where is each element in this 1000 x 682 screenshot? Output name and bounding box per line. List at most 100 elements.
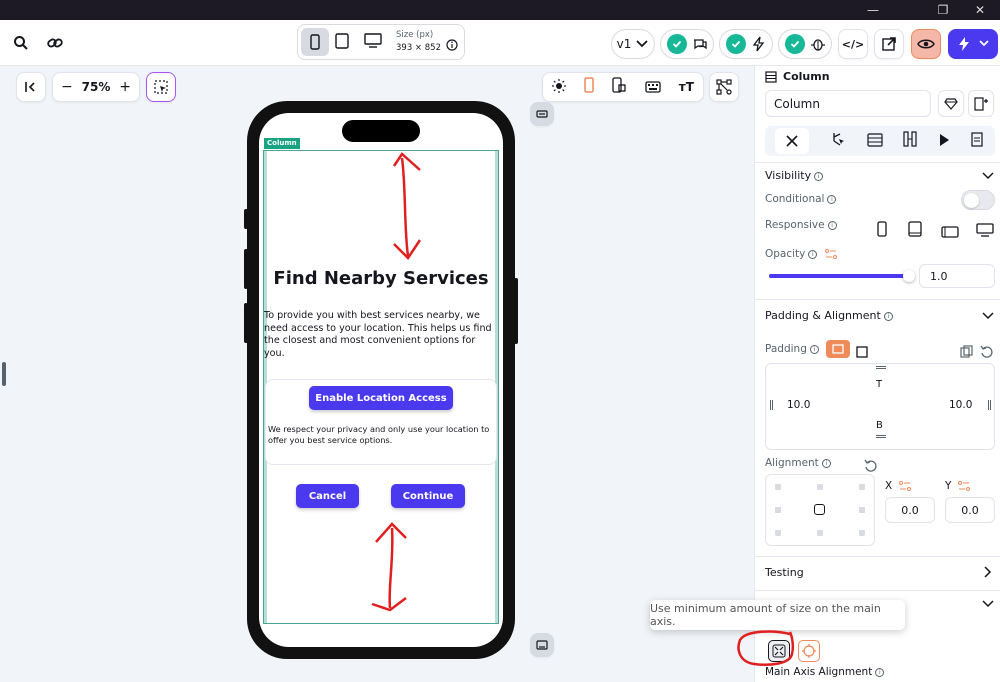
zoom-control: − 75% + <box>52 72 140 102</box>
alignment-x-label: X <box>885 480 911 492</box>
code-view-button[interactable]: </> <box>838 29 868 59</box>
padding-right-handle[interactable] <box>988 400 991 410</box>
add-widget-icon <box>974 96 988 111</box>
text-scale-icon[interactable]: тT <box>679 80 694 94</box>
phone-device-icon[interactable] <box>301 28 329 56</box>
top-inset-toggle[interactable] <box>530 102 554 126</box>
visibility-title: Visibility <box>765 169 812 182</box>
responsive-phone-icon[interactable] <box>877 221 887 241</box>
phone-frame-icon[interactable] <box>584 77 594 97</box>
chevron-down-icon[interactable] <box>981 309 995 323</box>
opacity-slider-knob[interactable] <box>903 270 915 282</box>
responsive-tablet-landscape-icon[interactable] <box>941 223 959 242</box>
chevron-right-icon[interactable] <box>981 565 995 579</box>
tab-properties[interactable] <box>775 128 810 154</box>
padding-top-handle[interactable] <box>876 366 886 369</box>
tab-actions[interactable] <box>830 131 846 151</box>
padding-right-value[interactable]: 10.0 <box>949 399 972 411</box>
info-icon[interactable] <box>446 36 458 55</box>
responsive-tablet-icon[interactable] <box>908 221 922 241</box>
alignment-selected-center[interactable] <box>814 504 825 515</box>
cancel-button[interactable]: Cancel <box>296 484 359 508</box>
tab-layout[interactable] <box>903 131 917 151</box>
chevron-down-icon <box>636 40 649 48</box>
play-icon <box>939 133 949 146</box>
debug-status[interactable] <box>778 29 832 59</box>
padding-uniform-toggle[interactable] <box>856 343 868 362</box>
select-tool-button[interactable] <box>146 72 176 102</box>
left-resize-handle[interactable] <box>2 362 6 386</box>
close-icon[interactable]: ✕ <box>962 0 998 20</box>
tree-view-button[interactable] <box>709 72 739 102</box>
alignment-y-label: Y <box>945 480 970 492</box>
padding-individual-toggle[interactable] <box>826 340 850 358</box>
component-button[interactable] <box>938 90 964 117</box>
actions-status[interactable] <box>719 29 773 59</box>
light-mode-icon[interactable] <box>552 78 567 97</box>
search-icon[interactable] <box>8 30 34 56</box>
tab-documentation[interactable] <box>971 131 985 151</box>
alignment-y-input[interactable]: 0.0 <box>945 497 995 523</box>
tab-backend-query[interactable] <box>867 132 883 151</box>
variable-icon <box>957 481 970 491</box>
chat-icon <box>694 39 707 50</box>
widget-name-input[interactable]: Column <box>765 90 931 117</box>
info-icon: i <box>808 249 818 259</box>
padding-left-handle[interactable] <box>770 400 773 410</box>
widget-tree-icon <box>716 79 732 95</box>
padding-left-value[interactable]: 10.0 <box>787 399 810 411</box>
keyboard-icon[interactable] <box>644 78 661 97</box>
check-icon <box>726 34 746 54</box>
zoom-in-button[interactable]: + <box>119 79 131 95</box>
minimize-icon[interactable]: — <box>855 0 891 20</box>
comments-status[interactable] <box>660 29 714 59</box>
chevron-down-icon <box>979 40 989 47</box>
x-label-text: X <box>885 480 893 492</box>
info-icon: i <box>814 171 824 181</box>
screen-title: Find Nearby Services <box>273 268 489 289</box>
size-value: 393 × 852 <box>396 43 441 53</box>
nav-bar-icon <box>536 640 548 650</box>
dynamic-island <box>342 120 420 142</box>
tablet-device-icon[interactable] <box>335 33 349 53</box>
restore-icon[interactable]: ❐ <box>925 0 961 20</box>
variable-icon <box>824 249 837 259</box>
zoom-level: 75% <box>81 80 111 94</box>
chevron-down-icon[interactable] <box>981 597 995 611</box>
padding-label: Padding i <box>765 343 819 355</box>
run-button[interactable] <box>948 29 998 59</box>
padding-alignment-section-title[interactable]: Padding & Alignment i <box>765 309 893 322</box>
tools-icon <box>786 135 798 147</box>
add-widget-button[interactable] <box>968 90 994 117</box>
device-rotate-icon[interactable] <box>612 77 627 97</box>
bottom-inset-toggle[interactable] <box>530 633 554 657</box>
padding-bottom-handle[interactable] <box>876 435 886 438</box>
reset-padding-icon[interactable] <box>980 343 993 362</box>
enable-location-button[interactable]: Enable Location Access <box>309 386 453 410</box>
desktop-device-icon[interactable] <box>364 33 382 53</box>
version-dropdown[interactable]: v1 <box>611 29 655 59</box>
link-icon[interactable] <box>42 30 68 56</box>
collapse-left-icon <box>25 82 35 92</box>
continue-button[interactable]: Continue <box>391 484 465 508</box>
alignment-grid[interactable] <box>765 474 875 546</box>
zoom-out-button[interactable]: − <box>61 79 73 95</box>
visibility-section-title[interactable]: Visibility i <box>765 169 824 182</box>
chevron-down-icon[interactable] <box>981 169 995 183</box>
opacity-input[interactable]: 1.0 <box>919 264 995 288</box>
copy-padding-icon[interactable] <box>960 343 973 362</box>
open-external-button[interactable] <box>874 29 904 59</box>
device-size-selector: Size (px) 393 × 852 <box>297 24 465 60</box>
collapse-panel-button[interactable] <box>16 72 46 102</box>
responsive-desktop-icon[interactable] <box>976 222 994 241</box>
phone-side-button <box>244 209 248 229</box>
database-icon <box>867 132 883 147</box>
conditional-toggle[interactable] <box>961 190 995 210</box>
preview-button[interactable] <box>911 29 941 59</box>
main-axis-size-max-button[interactable] <box>798 640 820 662</box>
opacity-slider[interactable] <box>769 270 915 282</box>
alignment-x-input[interactable]: 0.0 <box>885 497 935 523</box>
testing-section-title[interactable]: Testing <box>765 566 804 579</box>
responsive-label: Responsive i <box>765 219 837 231</box>
tab-animations[interactable] <box>938 132 950 151</box>
